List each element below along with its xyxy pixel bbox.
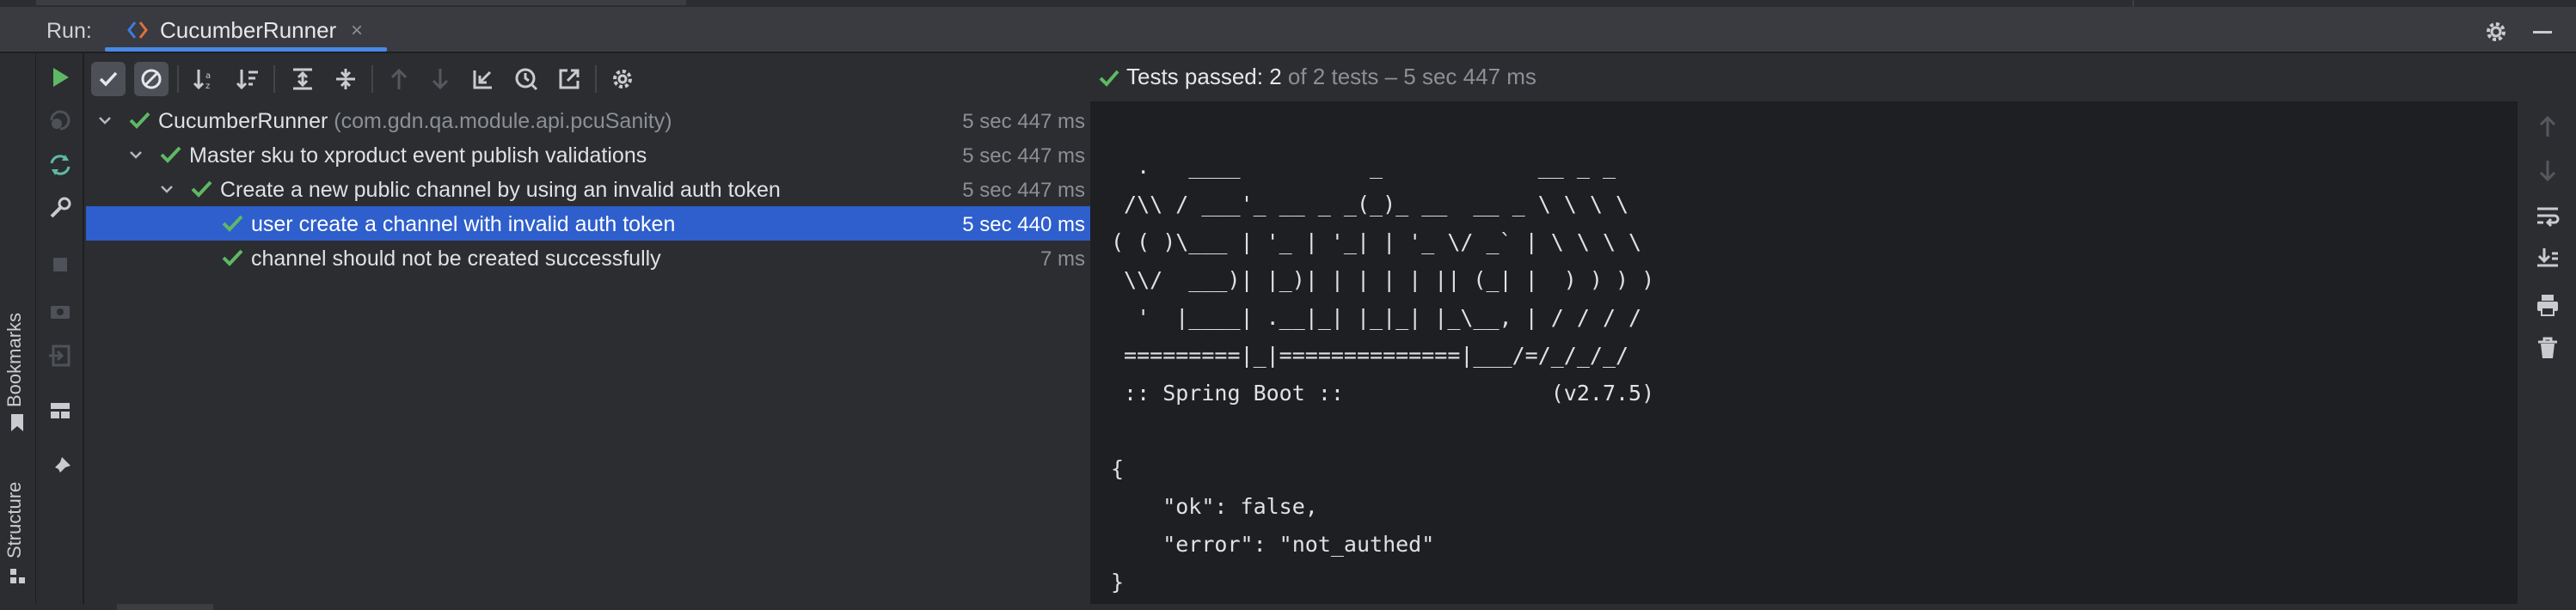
tree-row-step-selected[interactable]: user create a channel with invalid auth … <box>86 206 1090 241</box>
history-icon <box>515 68 538 91</box>
stop-icon <box>53 258 67 271</box>
print-icon[interactable] <box>2535 292 2561 318</box>
camera-icon <box>51 306 70 319</box>
editor-tab-strip-segment <box>36 0 686 5</box>
row-label: Create a new public channel by using an … <box>220 178 781 202</box>
toggle-auto-test-icon[interactable] <box>46 151 74 179</box>
run-actions-column <box>36 53 84 610</box>
toolbar-divider <box>595 65 597 93</box>
row-duration: 5 sec 440 ms <box>962 213 1085 236</box>
run-title-bar: Run: CucumberRunner × <box>0 7 2576 53</box>
export-icon <box>559 69 580 89</box>
tab-cucumber-runner[interactable]: CucumberRunner × <box>103 7 387 52</box>
scroll-to-end-icon[interactable] <box>2535 246 2561 271</box>
collapse-all-button[interactable] <box>328 62 363 96</box>
row-duration: 5 sec 447 ms <box>962 110 1085 133</box>
chevron-down-icon[interactable] <box>127 146 144 163</box>
test-toolbar: a z <box>86 53 1090 101</box>
ignored-icon <box>141 69 162 89</box>
export-results-button[interactable] <box>552 62 586 96</box>
checkmark-icon <box>99 71 118 87</box>
wrench-icon[interactable] <box>46 194 74 222</box>
show-ignored-button[interactable] <box>134 62 169 96</box>
row-label: CucumberRunner <box>158 109 328 133</box>
previous-failed-button <box>382 62 416 96</box>
row-label: Master sku to xproduct event publish val… <box>189 143 647 168</box>
soft-wrap-icon[interactable] <box>2535 203 2561 229</box>
passed-check-icon <box>222 249 243 266</box>
layout-icon[interactable] <box>46 397 74 424</box>
row-label: user create a channel with invalid auth … <box>251 212 676 236</box>
passed-check-icon <box>191 180 212 198</box>
expand-all-button[interactable] <box>285 62 320 96</box>
tab-close-button[interactable]: × <box>351 19 363 43</box>
tree-row-feature[interactable]: Master sku to xproduct event publish val… <box>86 137 1090 172</box>
tab-label: CucumberRunner <box>160 17 337 43</box>
editor-divider <box>2132 0 2134 7</box>
gear-icon <box>613 70 632 88</box>
chevron-down-icon[interactable] <box>158 180 175 198</box>
toolbar-divider <box>371 65 373 93</box>
expand-all-icon <box>293 68 312 90</box>
test-settings-button[interactable] <box>605 62 640 96</box>
sort-duration-icon <box>236 70 258 90</box>
row-label: channel should not be created successful… <box>251 247 661 271</box>
trash-icon[interactable] <box>2535 335 2561 361</box>
tests-detail-text: of 2 tests – 5 sec 447 ms <box>1281 64 1536 89</box>
next-failed-button <box>423 62 457 96</box>
collapse-all-icon <box>336 69 355 89</box>
row-duration: 7 ms <box>1040 247 1085 271</box>
tree-row-scenario[interactable]: Create a new public channel by using an … <box>86 172 1090 206</box>
toolbar-divider <box>177 65 179 93</box>
passed-check-icon <box>160 146 181 163</box>
arrow-up-icon <box>390 68 408 89</box>
row-duration: 5 sec 447 ms <box>962 144 1085 168</box>
arrow-up-icon <box>2539 115 2556 137</box>
run-tool-window: Run: CucumberRunner × Bookmarks Structur… <box>0 0 2576 610</box>
import-icon <box>49 345 71 367</box>
row-package: (com.gdn.qa.module.api.pcuSanity) <box>328 109 672 133</box>
minimize-icon[interactable] <box>2530 19 2555 45</box>
left-tool-strip: Bookmarks Structure <box>0 53 36 610</box>
test-tree: CucumberRunner (com.gdn.qa.module.api.pc… <box>86 101 1090 610</box>
sort-alpha-icon: a z <box>193 70 211 91</box>
rerun-icon[interactable] <box>46 64 74 91</box>
toolbar-divider <box>273 65 275 93</box>
import-tests-button[interactable] <box>466 62 500 96</box>
editor-tab-strip <box>0 0 2576 7</box>
structure-icon[interactable] <box>9 567 28 586</box>
rerun-failed-icon <box>50 110 71 131</box>
show-passed-button[interactable] <box>91 62 126 96</box>
console-text: . ____ _ __ _ _ /\\ / ___'_ __ _ _(_)_ _… <box>1111 154 1655 595</box>
bookmarks-tab[interactable]: Bookmarks <box>3 313 26 407</box>
pin-icon[interactable] <box>46 454 74 481</box>
gear-icon[interactable] <box>2483 19 2509 45</box>
run-label: Run: <box>46 19 92 43</box>
sort-alphabetically-button[interactable]: a z <box>187 62 222 96</box>
test-history-button[interactable] <box>509 62 543 96</box>
console-toolbar <box>2518 101 2576 610</box>
svg-text:z: z <box>205 82 210 91</box>
tree-row-step[interactable]: channel should not be created successful… <box>86 241 1090 275</box>
passed-check-icon <box>1099 70 1119 87</box>
chevron-down-icon[interactable] <box>96 112 113 129</box>
tab-active-indicator <box>105 47 387 52</box>
horizontal-scrollbar[interactable] <box>117 604 213 610</box>
structure-tab[interactable]: Structure <box>3 482 26 558</box>
arrow-down-icon <box>2539 161 2556 182</box>
passed-check-icon <box>129 112 150 129</box>
bottom-strip <box>0 604 2576 610</box>
bookmark-icon[interactable] <box>9 412 26 433</box>
tree-row-runner[interactable]: CucumberRunner (com.gdn.qa.module.api.pc… <box>86 103 1090 137</box>
cucumber-icon <box>127 21 148 39</box>
arrow-down-icon <box>432 69 449 90</box>
row-duration: 5 sec 447 ms <box>962 179 1085 202</box>
import-results-icon <box>473 70 492 89</box>
sort-by-duration-button[interactable] <box>230 62 265 96</box>
passed-check-icon <box>222 215 243 232</box>
tests-passed-text: Tests passed: 2 <box>1126 64 1282 89</box>
console-output[interactable]: . ____ _ __ _ _ /\\ / ___'_ __ _ _(_)_ _… <box>1090 101 2518 610</box>
svg-text:a: a <box>205 71 211 81</box>
